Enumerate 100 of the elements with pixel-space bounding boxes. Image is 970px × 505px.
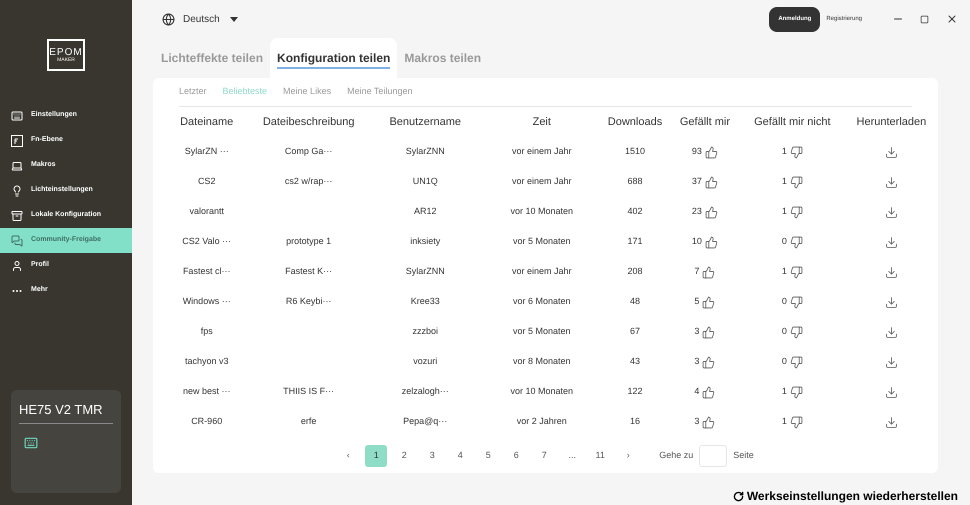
reset-icon	[732, 490, 744, 502]
dislike-count: 1	[782, 385, 787, 398]
fn-icon	[11, 134, 23, 146]
column-header: Dateiname	[179, 114, 234, 130]
download-icon[interactable]	[884, 356, 898, 368]
thumbs-down-icon[interactable]	[790, 326, 803, 338]
language-selector[interactable]: Deutsch	[183, 12, 238, 26]
table-cell: vor 6 Monaten	[513, 296, 571, 306]
like-count: 10	[692, 235, 702, 248]
table-cell: SylarZNN	[406, 146, 445, 156]
table-cell: 1510	[624, 146, 646, 156]
like-count: 3	[694, 415, 700, 428]
table-cell: Fastest cl···	[182, 266, 230, 276]
download-icon[interactable]	[884, 206, 898, 218]
table-cell: 16	[630, 416, 640, 426]
table-cell: new best ···	[182, 386, 230, 396]
table-cell: zzzboi	[412, 326, 438, 336]
thumbs-down-icon[interactable]	[790, 296, 803, 308]
thumbs-down-icon[interactable]	[790, 206, 803, 218]
laptop-icon	[11, 160, 23, 172]
like-count: 5	[694, 295, 700, 308]
table-cell: tachyon v3	[184, 356, 228, 366]
download-icon[interactable]	[884, 296, 898, 308]
page-button[interactable]: ...	[561, 445, 584, 467]
table-cell: vor 10 Monaten	[510, 386, 574, 396]
chat-icon	[11, 234, 23, 246]
table-cell: SylarZNN	[406, 266, 445, 276]
table-cell: vor 10 Monaten	[510, 206, 574, 216]
page-button[interactable]: 1	[365, 445, 388, 467]
download-icon[interactable]	[884, 386, 898, 398]
table-cell: vor einem Jahr	[512, 176, 572, 186]
thumbs-down-icon[interactable]	[790, 146, 803, 158]
table-cell: UN1Q	[412, 176, 438, 186]
caret-icon	[230, 16, 238, 22]
globe-icon	[162, 12, 175, 26]
page-button[interactable]: 2	[393, 445, 416, 467]
page-button[interactable]: 4	[449, 445, 472, 467]
table-cell: vor 2 Jahren	[516, 416, 567, 426]
table-cell: CR-960	[191, 416, 222, 426]
thumbs-up-icon[interactable]	[704, 206, 718, 218]
thumbs-up-icon[interactable]	[702, 416, 716, 428]
thumbs-up-icon[interactable]	[702, 386, 716, 398]
like-count: 3	[694, 325, 700, 338]
page-label: Seite	[733, 449, 754, 462]
table-cell: vor einem Jahr	[512, 266, 572, 276]
like-count: 37	[692, 175, 702, 188]
reset-button[interactable]: Werkseinstellungen wiederherstellen	[732, 487, 958, 505]
next-page-button[interactable]: ›	[617, 445, 640, 467]
table-cell: CS2	[198, 176, 216, 186]
thumbs-up-icon[interactable]	[702, 326, 716, 338]
dislike-count: 0	[782, 295, 787, 308]
thumbs-up-icon[interactable]	[702, 356, 716, 368]
table-cell: CS2 Valo ···	[182, 236, 232, 246]
previous-page-button[interactable]: ‹	[337, 445, 360, 467]
table-cell: Comp Ga···	[284, 146, 332, 156]
thumbs-down-icon[interactable]	[790, 356, 803, 368]
like-count: 7	[694, 265, 700, 278]
page-button[interactable]: 6	[505, 445, 528, 467]
thumbs-down-icon[interactable]	[790, 386, 803, 398]
table-cell: 171	[627, 236, 643, 246]
light-icon	[11, 184, 23, 196]
dislike-count: 0	[782, 355, 787, 368]
user-icon	[11, 260, 23, 272]
download-icon[interactable]	[884, 146, 898, 158]
column-header: Downloads	[606, 114, 664, 130]
table-cell: R6 Keybi···	[286, 296, 332, 306]
table-cell: valorantt	[189, 206, 224, 216]
download-icon[interactable]	[884, 266, 898, 278]
thumbs-up-icon[interactable]	[702, 296, 716, 308]
thumbs-down-icon[interactable]	[790, 236, 803, 248]
thumbs-up-icon[interactable]	[704, 176, 718, 188]
download-icon[interactable]	[884, 176, 898, 188]
table-cell: prototype 1	[286, 236, 332, 246]
thumbs-down-icon[interactable]	[790, 266, 803, 278]
dislike-count: 1	[782, 265, 787, 278]
table-cell: AR12	[414, 206, 436, 216]
table-cell: 122	[627, 386, 643, 396]
download-icon[interactable]	[884, 326, 898, 338]
download-icon[interactable]	[884, 236, 898, 248]
page-button[interactable]: 7	[533, 445, 556, 467]
maximize-icon[interactable]	[920, 14, 929, 24]
keyboard-icon	[11, 110, 23, 122]
page-button[interactable]: 5	[477, 445, 500, 467]
page-input[interactable]	[699, 445, 728, 467]
close-icon[interactable]	[946, 13, 958, 25]
tab[interactable]: Konfiguration teilen	[270, 38, 398, 78]
table-cell: 67	[630, 326, 640, 336]
thumbs-down-icon[interactable]	[790, 176, 803, 188]
table-cell: 208	[627, 266, 643, 276]
thumbs-up-icon[interactable]	[702, 266, 716, 278]
thumbs-up-icon[interactable]	[704, 146, 718, 158]
page-button[interactable]: 11	[589, 445, 612, 467]
thumbs-down-icon[interactable]	[790, 416, 803, 428]
download-icon[interactable]	[884, 416, 898, 428]
thumbs-up-icon[interactable]	[704, 236, 718, 248]
page-button[interactable]: 3	[421, 445, 444, 467]
keyboard-icon	[23, 436, 39, 450]
dislike-count: 1	[782, 205, 787, 218]
table-cell: Pepa@q···	[403, 416, 448, 426]
table-cell: vor 5 Monaten	[513, 326, 571, 336]
